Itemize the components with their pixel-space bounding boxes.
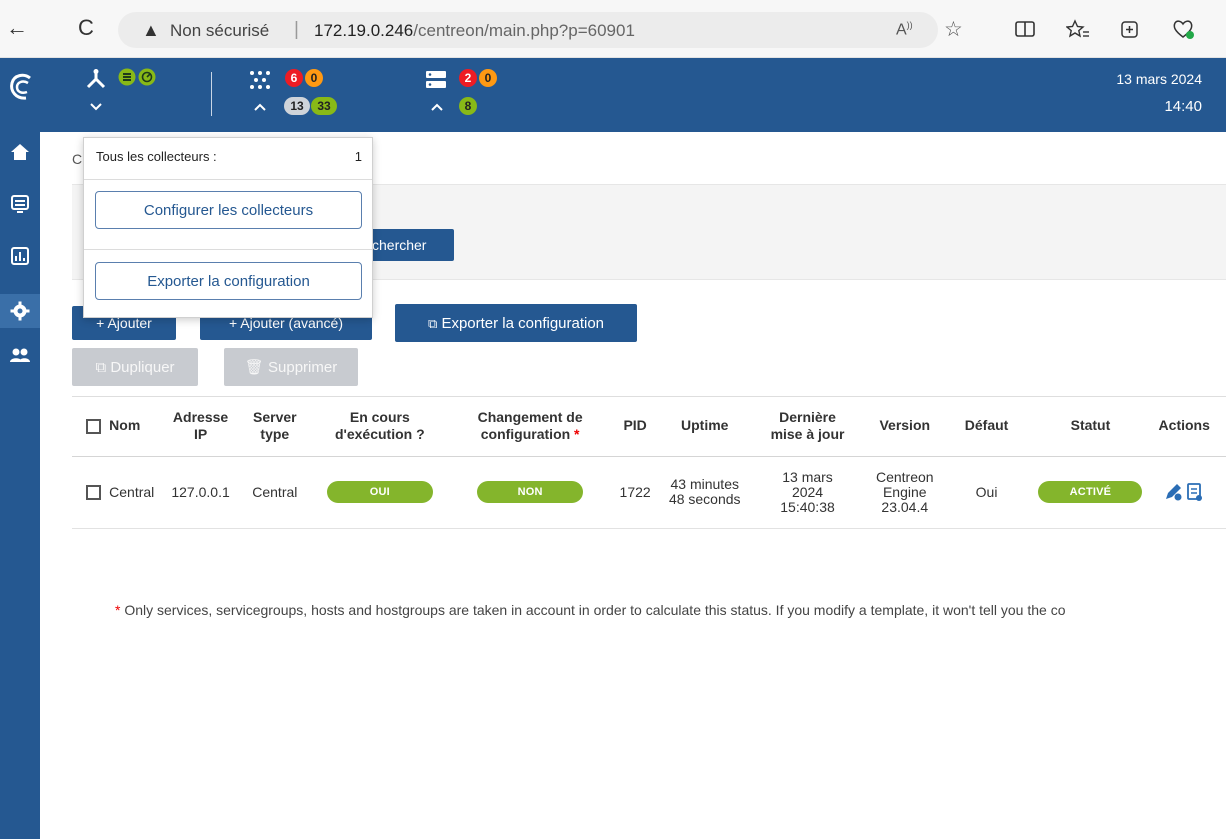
split-screen-icon[interactable] <box>1014 19 1036 39</box>
latency-status-icon <box>138 68 156 86</box>
col-ip[interactable]: Adresse IP <box>163 396 238 457</box>
row-checkbox[interactable] <box>86 484 102 500</box>
pollers-table: Nom Adresse IP Server type En cours d'exécu… <box>72 396 1226 529</box>
poller-type: Central <box>237 456 313 529</box>
edit-pencil-icon[interactable] <box>1163 482 1183 502</box>
hosts-icon[interactable] <box>425 69 447 91</box>
dropdown-export-configuration-button[interactable]: Exporter la configuration <box>95 262 362 300</box>
hosts-unreachable-badge[interactable]: 0 <box>479 69 497 87</box>
hosts-up-badge[interactable]: 8 <box>459 97 477 115</box>
col-config-change[interactable]: Changement de configuration * <box>447 396 614 457</box>
chevron-down-icon[interactable] <box>89 102 103 112</box>
chevron-up-icon[interactable] <box>253 102 267 112</box>
col-default[interactable]: Défaut <box>946 396 1027 457</box>
top-header: 6 0 13 33 2 0 8 13 mars 2024 14:40 <box>40 58 1226 132</box>
col-uptime[interactable]: Uptime <box>657 396 753 457</box>
chevron-up-icon-hosts[interactable] <box>430 102 444 112</box>
poller-ip: 127.0.0.1 <box>163 456 238 529</box>
read-aloud-icon[interactable]: A)) <box>896 20 913 39</box>
configuration-icon[interactable] <box>0 294 40 328</box>
warning-triangle-icon: ▲ <box>142 20 160 40</box>
actions-cell <box>1154 456 1226 529</box>
header-divider <box>211 72 212 116</box>
config-change-pill: NON <box>477 481 584 503</box>
all-pollers-count: 1 <box>354 149 362 164</box>
row-select-cell <box>72 456 106 529</box>
services-warning-badge[interactable]: 0 <box>305 69 323 87</box>
services-critical-badge[interactable]: 6 <box>285 69 303 87</box>
view-details-icon[interactable] <box>1186 482 1204 502</box>
breadcrumb: C <box>72 151 83 167</box>
all-pollers-label: Tous les collecteurs : <box>96 149 217 164</box>
header-time: 14:40 <box>1164 98 1202 115</box>
browser-health-icon[interactable] <box>1170 16 1196 42</box>
select-all-checkbox[interactable] <box>86 419 102 435</box>
config-change-cell: NON <box>447 456 614 529</box>
delete-button[interactable]: 🗑 Supprimer <box>224 348 358 386</box>
col-last-update[interactable]: Dernière mise à jour <box>752 396 863 457</box>
external-link-icon: ⧉ <box>427 315 438 331</box>
status-footnote: * Only services, servicegroups, hosts an… <box>115 602 1066 618</box>
services-ok-badge[interactable]: 33 <box>311 97 337 115</box>
poller-name[interactable]: Central <box>105 456 164 529</box>
col-running[interactable]: En cours d'exécution ? <box>312 396 448 457</box>
copy-icon: ⧉ <box>95 358 107 376</box>
poller-last-update: 13 mars 2024 15:40:38 <box>752 456 863 529</box>
left-navigation <box>0 58 40 839</box>
col-actions: Actions <box>1154 396 1226 457</box>
favorites-list-icon[interactable] <box>1066 18 1090 40</box>
col-name[interactable]: Nom <box>105 396 164 457</box>
administration-icon[interactable] <box>0 346 40 376</box>
col-server-type[interactable]: Server type <box>237 396 313 457</box>
dropdown-separator <box>84 179 372 180</box>
collections-icon[interactable] <box>1118 18 1140 40</box>
trash-icon: 🗑 <box>244 359 264 376</box>
col-version[interactable]: Version <box>862 396 947 457</box>
pollers-dropdown: Tous les collecteurs : 1 Configurer les … <box>83 137 373 318</box>
services-unknown-badge[interactable]: 13 <box>284 97 310 115</box>
duplicate-button[interactable]: ⧉ Dupliquer <box>72 348 198 386</box>
running-status-pill: OUI <box>326 481 433 503</box>
poller-uptime: 43 minutes 48 seconds <box>657 456 753 529</box>
favorite-star-icon[interactable]: ☆ <box>944 17 963 42</box>
back-arrow-icon[interactable]: ← <box>6 17 28 39</box>
col-status[interactable]: Statut <box>1026 396 1155 457</box>
search-button[interactable]: chercher <box>370 229 454 261</box>
header-date: 13 mars 2024 <box>1116 71 1202 87</box>
col-pid[interactable]: PID <box>613 396 658 457</box>
configure-pollers-button[interactable]: Configurer les collecteurs <box>95 191 362 229</box>
select-all-cell <box>72 396 106 457</box>
table-row: Central 127.0.0.1 Central OUI NON 1722 4… <box>72 456 1226 529</box>
status-cell: ACTIVÉ <box>1026 456 1155 529</box>
monitoring-icon[interactable] <box>0 194 40 224</box>
browser-toolbar: ← C ▲ Non sécurisé | 172.19.0.246/centre… <box>0 0 1226 58</box>
hosts-down-badge[interactable]: 2 <box>459 69 477 87</box>
url-text[interactable]: 172.19.0.246/centreon/main.php?p=60901 <box>314 21 635 41</box>
poller-status-pill: ACTIVÉ <box>1038 481 1143 503</box>
table-header-row: Nom Adresse IP Server type En cours d'exécu… <box>72 396 1226 457</box>
poller-version: Centreon Engine 23.04.4 <box>862 456 947 529</box>
insecure-label: Non sécurisé <box>170 21 270 40</box>
reporting-icon[interactable] <box>0 246 40 276</box>
running-cell: OUI <box>312 456 448 529</box>
poller-default: Oui <box>946 456 1027 529</box>
centreon-logo-icon[interactable] <box>6 72 36 104</box>
export-configuration-button[interactable]: ⧉ Exporter la configuration <box>395 304 637 342</box>
pollers-icon[interactable] <box>84 68 108 92</box>
services-icon[interactable] <box>248 69 272 91</box>
database-status-icon <box>118 68 136 86</box>
all-pollers-row: Tous les collecteurs : 1 <box>96 149 362 164</box>
poller-pid: 1722 <box>613 456 658 529</box>
home-icon[interactable] <box>0 142 40 172</box>
reload-icon[interactable]: C <box>78 17 94 39</box>
address-bar[interactable]: ▲ Non sécurisé | 172.19.0.246/centreon/m… <box>118 12 963 48</box>
dropdown-separator-2 <box>84 249 372 250</box>
url-separator: | <box>294 19 299 40</box>
